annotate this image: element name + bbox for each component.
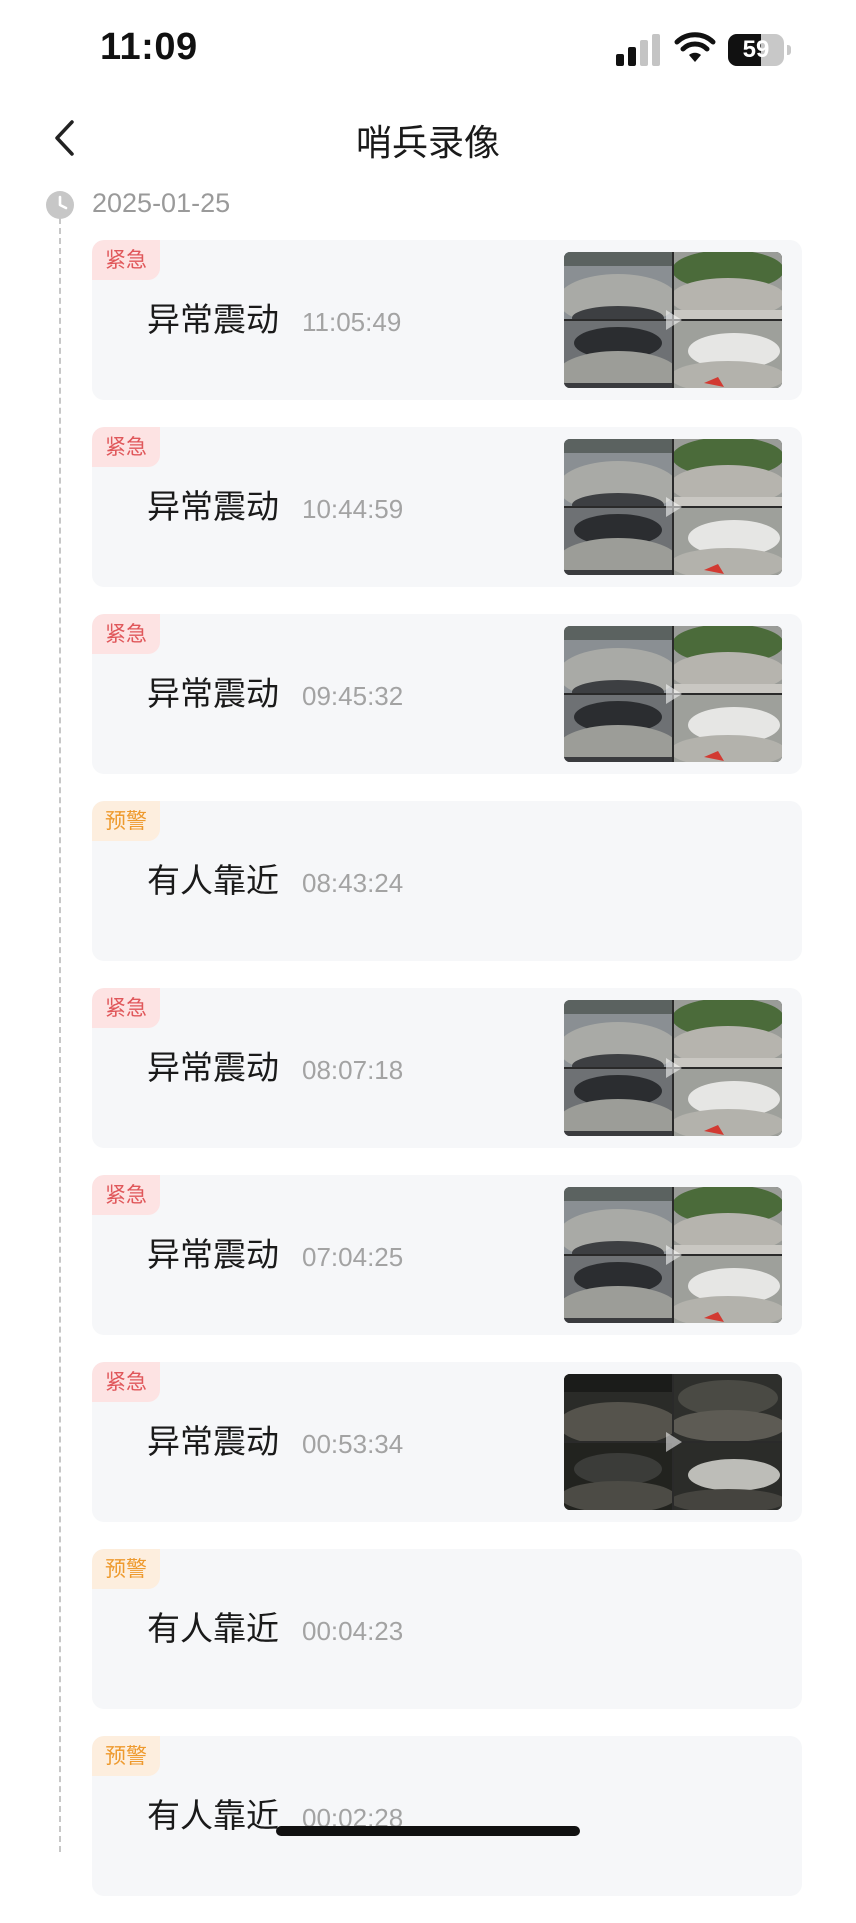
record-card[interactable]: 紧急 异常震动 00:53:34 <box>92 1362 802 1522</box>
video-thumbnail[interactable] <box>564 439 782 575</box>
camera-view-left <box>564 321 672 388</box>
camera-view-right <box>674 1374 782 1441</box>
record-card[interactable]: 紧急 异常震动 07:04:25 <box>92 1175 802 1335</box>
record-card[interactable]: 紧急 异常震动 11:05:49 <box>92 240 802 400</box>
camera-view-right <box>674 626 782 693</box>
level-badge: 预警 <box>92 1549 160 1589</box>
camera-view-left <box>564 1069 672 1136</box>
wifi-icon <box>674 32 716 62</box>
video-thumbnail[interactable] <box>564 626 782 762</box>
camera-view-rear <box>674 1443 782 1510</box>
nav-bar: 哨兵录像 <box>0 100 856 176</box>
record-card[interactable]: 紧急 异常震动 10:44:59 <box>92 427 802 587</box>
level-badge: 紧急 <box>92 1175 160 1215</box>
camera-view-front <box>564 1374 672 1441</box>
camera-view-rear <box>674 1069 782 1136</box>
event-name: 异常震动 <box>147 1048 279 1087</box>
camera-view-right <box>674 1000 782 1067</box>
camera-view-left <box>564 1256 672 1323</box>
record-card[interactable]: 紧急 异常震动 09:45:32 <box>92 614 802 774</box>
battery-percent: 59 <box>742 36 770 63</box>
camera-view-rear <box>674 695 782 762</box>
level-badge: 紧急 <box>92 240 160 280</box>
event-time: 11:05:49 <box>302 307 402 337</box>
play-icon <box>666 1058 682 1078</box>
event-name: 异常震动 <box>147 1422 279 1461</box>
event-time: 09:45:32 <box>302 681 404 711</box>
event-time: 07:04:25 <box>302 1242 404 1272</box>
status-bar: 11:09 59 <box>0 0 856 100</box>
video-thumbnail[interactable] <box>564 252 782 388</box>
play-icon <box>666 1432 682 1452</box>
play-icon <box>666 497 682 517</box>
event-name: 有人靠近 <box>147 861 279 900</box>
camera-view-front <box>564 626 672 693</box>
battery-icon: 59 <box>728 34 792 66</box>
page-title: 哨兵录像 <box>355 123 500 164</box>
status-time: 11:09 <box>100 26 198 68</box>
camera-view-front <box>564 439 672 506</box>
camera-view-front <box>564 1000 672 1067</box>
event-name: 异常震动 <box>147 674 279 713</box>
video-thumbnail[interactable] <box>564 1187 782 1323</box>
event-name: 有人靠近 <box>147 1796 279 1835</box>
event-time: 08:43:24 <box>302 868 404 898</box>
record-card[interactable]: 预警 有人靠近 00:02:28 <box>92 1736 802 1896</box>
clock-icon <box>46 191 74 219</box>
cellular-signal-icon <box>616 34 660 66</box>
timeline-line <box>59 218 61 1852</box>
record-list: 紧急 异常震动 11:05:49 紧急 异常震动 10:44:59 紧急 异常震… <box>92 240 802 1923</box>
video-thumbnail[interactable] <box>564 1374 782 1510</box>
play-icon <box>666 684 682 704</box>
level-badge: 紧急 <box>92 427 160 467</box>
event-time: 00:04:23 <box>302 1616 404 1646</box>
level-badge: 预警 <box>92 1736 160 1776</box>
level-badge: 紧急 <box>92 614 160 654</box>
camera-view-rear <box>674 1256 782 1323</box>
play-icon <box>666 310 682 330</box>
event-name: 异常震动 <box>147 487 279 526</box>
camera-view-left <box>564 508 672 575</box>
camera-view-right <box>674 1187 782 1254</box>
camera-view-front <box>564 1187 672 1254</box>
event-time: 00:53:34 <box>302 1429 404 1459</box>
camera-view-left <box>564 695 672 762</box>
event-time: 10:44:59 <box>302 494 404 524</box>
event-name: 异常震动 <box>147 1235 279 1274</box>
record-card[interactable]: 预警 有人靠近 00:04:23 <box>92 1549 802 1709</box>
level-badge: 紧急 <box>92 1362 160 1402</box>
level-badge: 预警 <box>92 801 160 841</box>
event-name: 有人靠近 <box>147 1609 279 1648</box>
play-icon <box>666 1245 682 1265</box>
event-name: 异常震动 <box>147 300 279 339</box>
event-time: 08:07:18 <box>302 1055 404 1085</box>
level-badge: 紧急 <box>92 988 160 1028</box>
camera-view-rear <box>674 508 782 575</box>
video-thumbnail[interactable] <box>564 1000 782 1136</box>
camera-view-right <box>674 439 782 506</box>
camera-view-left <box>564 1443 672 1510</box>
record-card[interactable]: 紧急 异常震动 08:07:18 <box>92 988 802 1148</box>
camera-view-front <box>564 252 672 319</box>
camera-view-right <box>674 252 782 319</box>
camera-view-rear <box>674 321 782 388</box>
timeline-date: 2025-01-25 <box>92 188 231 218</box>
record-card[interactable]: 预警 有人靠近 08:43:24 <box>92 801 802 961</box>
home-indicator[interactable] <box>276 1826 580 1836</box>
